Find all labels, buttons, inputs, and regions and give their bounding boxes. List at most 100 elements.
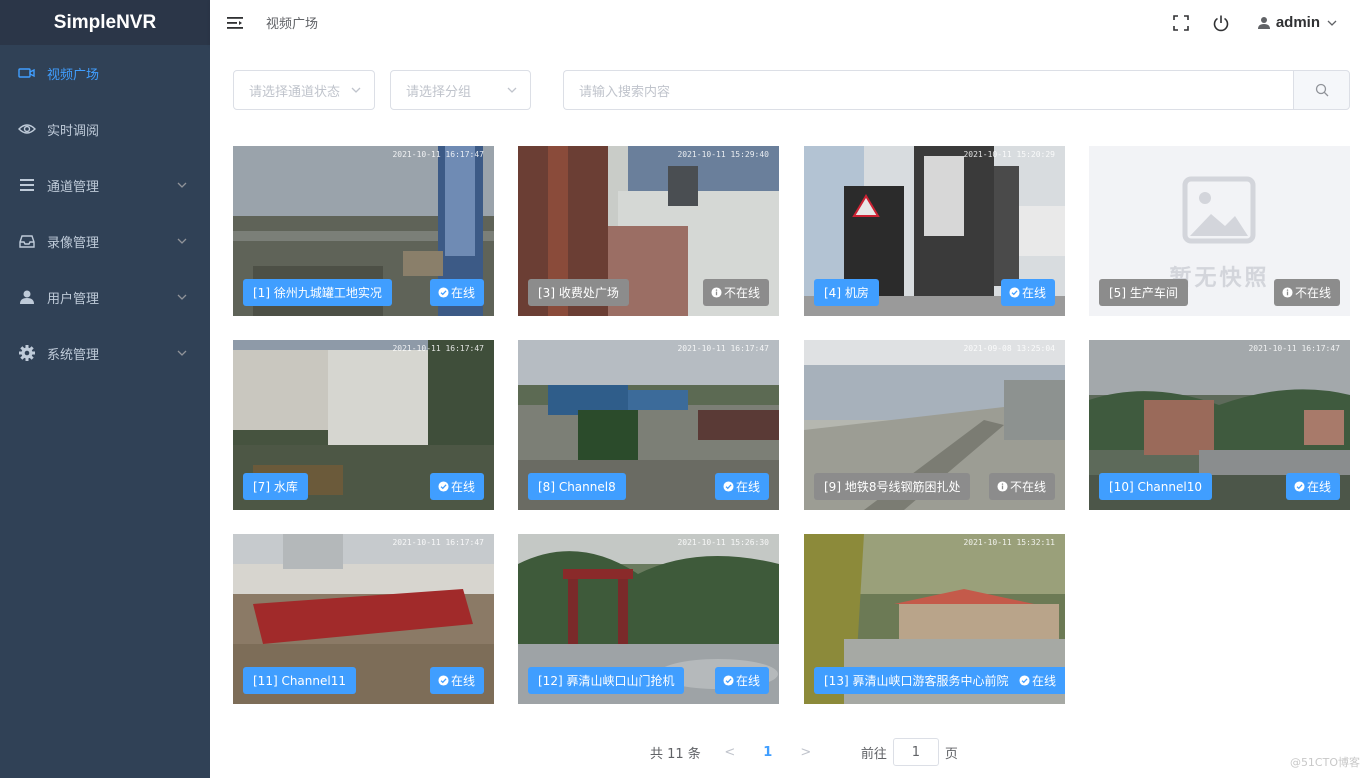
status-badge: 不在线 bbox=[702, 279, 769, 306]
pagination: 共 11 条 < 1 > 前往 1 页 bbox=[650, 738, 958, 766]
status-badge: 在线 bbox=[429, 667, 484, 694]
main-content: 请选择通道状态 请选择分组 请输入搜索内容 2021-10-11 16:17:4… bbox=[210, 45, 1368, 778]
channel-card[interactable]: 2021-10-11 15:29:40 [3] 收费处广场 不在线 bbox=[518, 146, 779, 316]
search-placeholder: 请输入搜索内容 bbox=[579, 84, 671, 100]
channel-status-select[interactable]: 请选择通道状态 bbox=[233, 70, 375, 110]
goto-page-input[interactable]: 1 bbox=[892, 738, 939, 766]
page-number[interactable]: 1 bbox=[753, 745, 783, 760]
snapshot-timestamp: 2021-10-11 16:17:47 bbox=[392, 538, 484, 547]
info-circle-icon bbox=[1282, 287, 1293, 298]
power-icon[interactable] bbox=[1211, 13, 1231, 33]
snapshot-timestamp: 2021-10-11 15:26:30 bbox=[677, 538, 769, 547]
user-dropdown[interactable]: admin bbox=[1257, 14, 1338, 31]
status-text: 在线 bbox=[450, 480, 475, 494]
goto-label: 前往 bbox=[860, 746, 887, 762]
snapshot-timestamp: 2021-10-11 16:17:47 bbox=[392, 150, 484, 159]
sidebar-item-system-management[interactable]: 系统管理 bbox=[0, 325, 210, 381]
channel-card[interactable]: 2021-10-11 16:17:47 [11] Channel11 在线 bbox=[233, 534, 494, 704]
eye-icon bbox=[18, 120, 36, 138]
sidebar-item-user-management[interactable]: 用户管理 bbox=[0, 269, 210, 325]
channel-name: [3] 收费处广场 bbox=[528, 279, 629, 306]
breadcrumb[interactable]: 视频广场 bbox=[266, 13, 318, 32]
info-circle-icon bbox=[711, 287, 722, 298]
status-badge: 在线 bbox=[429, 473, 484, 500]
watermark: @51CTO博客 bbox=[1289, 756, 1360, 769]
video-camera-icon bbox=[18, 64, 36, 82]
inbox-icon bbox=[18, 232, 36, 250]
sidebar-item-label: 通道管理 bbox=[47, 179, 100, 195]
check-circle-icon bbox=[438, 481, 449, 492]
sidebar-item-video-square[interactable]: 视频广场 bbox=[0, 45, 210, 101]
status-badge: 不在线 bbox=[988, 473, 1055, 500]
snapshot-timestamp: 2021-10-11 16:17:47 bbox=[1248, 344, 1340, 353]
status-badge: 不在线 bbox=[1273, 279, 1340, 306]
next-page-button[interactable]: > bbox=[791, 745, 821, 760]
gear-icon bbox=[18, 344, 36, 362]
hamburger-fold-icon[interactable] bbox=[226, 14, 244, 32]
snapshot-timestamp: 2021-10-11 16:17:47 bbox=[677, 344, 769, 353]
channel-card[interactable]: 2021-10-11 16:17:47 [7] 水库 在线 bbox=[233, 340, 494, 510]
status-badge: 在线 bbox=[1000, 279, 1055, 306]
sidebar-item-channel-management[interactable]: 通道管理 bbox=[0, 157, 210, 213]
status-badge: 在线 bbox=[1285, 473, 1340, 500]
status-badge: 在线 bbox=[429, 279, 484, 306]
brand-logo: SimpleNVR bbox=[0, 0, 210, 45]
channel-name: [10] Channel10 bbox=[1099, 473, 1212, 500]
status-text: 在线 bbox=[1306, 480, 1331, 494]
user-icon bbox=[18, 288, 36, 306]
check-circle-icon bbox=[438, 675, 449, 686]
channel-name: [1] 徐州九城罐工地实况 bbox=[243, 279, 392, 306]
top-header: 视频广场 admin bbox=[210, 0, 1368, 45]
chevron-down-icon bbox=[177, 238, 187, 244]
channel-name: [8] Channel8 bbox=[528, 473, 626, 500]
chevron-down-icon bbox=[177, 294, 187, 300]
sidebar-item-label: 实时调阅 bbox=[47, 123, 100, 139]
snapshot-timestamp: 2021-09-08 13:25:04 bbox=[963, 344, 1055, 353]
sidebar-item-label: 视频广场 bbox=[47, 67, 100, 83]
group-select[interactable]: 请选择分组 bbox=[390, 70, 531, 110]
page-suffix: 页 bbox=[944, 746, 958, 762]
check-circle-icon bbox=[1009, 287, 1020, 298]
status-text: 在线 bbox=[735, 674, 760, 688]
channel-name: [13] 奡清山峡口游客服务中心前院 bbox=[814, 667, 1019, 694]
channel-name: [11] Channel11 bbox=[243, 667, 356, 694]
sidebar-item-recording-management[interactable]: 录像管理 bbox=[0, 213, 210, 269]
check-circle-icon bbox=[1019, 675, 1030, 686]
channel-card[interactable]: 2021-09-08 13:25:04 [9] 地铁8号线钢筋困扎处 不在线 bbox=[804, 340, 1065, 510]
check-circle-icon bbox=[438, 287, 449, 298]
sidebar: SimpleNVR 视频广场 实时调阅 通道管理 录像管理 用户管理 系统管理 bbox=[0, 0, 210, 778]
check-circle-icon bbox=[723, 481, 734, 492]
channel-card[interactable]: 暂无快照 [5] 生产车间 不在线 bbox=[1089, 146, 1350, 316]
search-button[interactable] bbox=[1293, 70, 1350, 110]
sidebar-item-label: 录像管理 bbox=[47, 235, 100, 251]
channel-card[interactable]: 2021-10-11 15:20:29 [4] 机房 在线 bbox=[804, 146, 1065, 316]
prev-page-button[interactable]: < bbox=[715, 745, 745, 760]
channel-card[interactable]: 2021-10-11 15:32:11 [13] 奡清山峡口游客服务中心前院 在… bbox=[804, 534, 1065, 704]
channel-name: [7] 水库 bbox=[243, 473, 308, 500]
channel-name: [12] 奡清山峡口山门抢机 bbox=[528, 667, 685, 694]
status-text: 不在线 bbox=[1009, 480, 1046, 494]
select-placeholder: 请选择通道状态 bbox=[249, 84, 341, 100]
search-input[interactable]: 请输入搜索内容 bbox=[563, 70, 1293, 110]
chevron-down-icon bbox=[507, 87, 517, 93]
channel-name: [9] 地铁8号线钢筋困扎处 bbox=[814, 473, 971, 500]
user-avatar-icon bbox=[1257, 16, 1270, 29]
chevron-down-icon bbox=[1327, 20, 1337, 26]
chevron-down-icon bbox=[177, 350, 187, 356]
chevron-down-icon bbox=[350, 84, 362, 96]
status-text: 在线 bbox=[450, 674, 475, 688]
channel-card[interactable]: 2021-10-11 15:26:30 [12] 奡清山峡口山门抢机 在线 bbox=[518, 534, 779, 704]
channel-card[interactable]: 2021-10-11 16:17:47 [8] Channel8 在线 bbox=[518, 340, 779, 510]
check-circle-icon bbox=[723, 675, 734, 686]
sidebar-item-live-view[interactable]: 实时调阅 bbox=[0, 101, 210, 157]
status-text: 在线 bbox=[1021, 286, 1046, 300]
chevron-down-icon bbox=[177, 182, 187, 188]
status-text: 不在线 bbox=[1294, 286, 1331, 300]
status-badge: 在线 bbox=[1010, 667, 1065, 694]
snapshot-timestamp: 2021-10-11 15:32:11 bbox=[963, 538, 1055, 547]
search-icon bbox=[1315, 83, 1328, 97]
sidebar-item-label: 用户管理 bbox=[47, 291, 100, 307]
channel-card[interactable]: 2021-10-11 16:17:47 [1] 徐州九城罐工地实况 在线 bbox=[233, 146, 494, 316]
fullscreen-icon[interactable] bbox=[1171, 13, 1191, 33]
channel-card[interactable]: 2021-10-11 16:17:47 [10] Channel10 在线 bbox=[1089, 340, 1350, 510]
